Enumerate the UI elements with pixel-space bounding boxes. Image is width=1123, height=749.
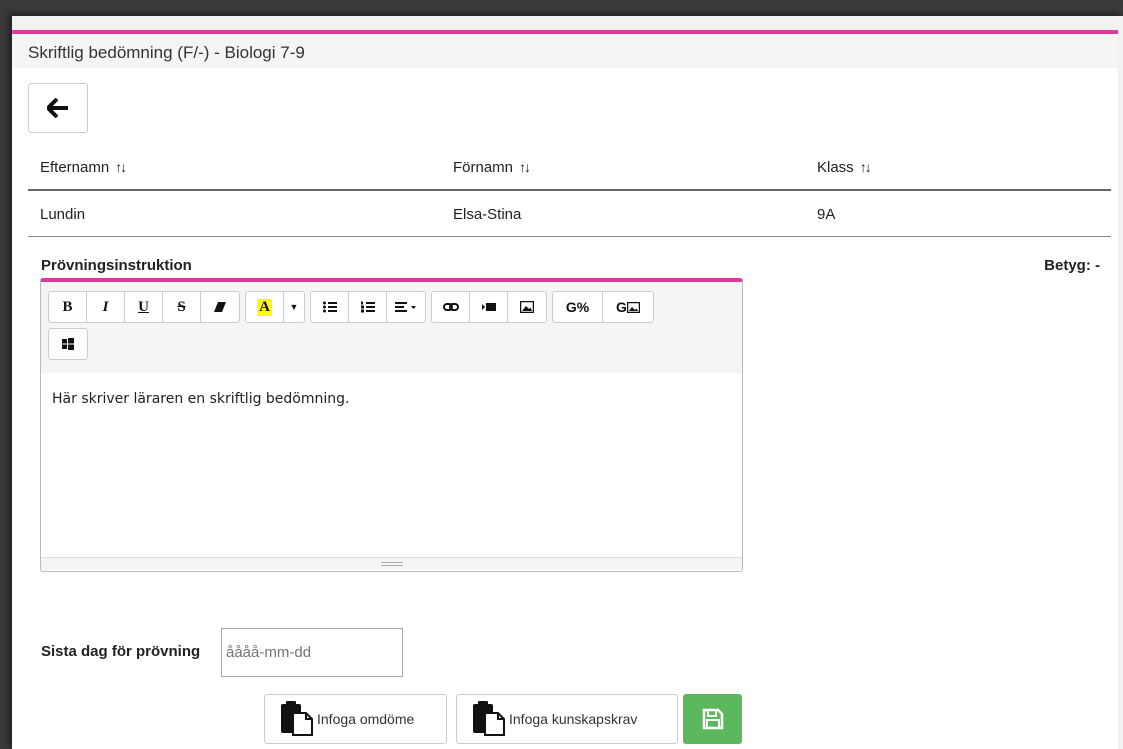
cell-firstname: Elsa-Stina (453, 206, 522, 223)
highlight-button[interactable]: A (246, 292, 284, 322)
editor-toolbar: B I U S A ▼ G% G (41, 282, 742, 373)
grip-icon (381, 562, 403, 566)
cell-class: 9A (817, 206, 836, 223)
panel-title: Skriftlig bedömning (F/-) - Biologi 7-9 (12, 34, 1118, 68)
format-group: B I U S (48, 291, 240, 323)
editor-resize-handle[interactable] (41, 557, 742, 570)
strikethrough-button[interactable]: S (163, 292, 201, 322)
highlight-color-icon: A (257, 298, 272, 316)
link-icon (442, 303, 459, 311)
deadline-date-input[interactable] (221, 628, 403, 677)
sort-icon: ↑↓ (519, 159, 531, 175)
table-header: Efternamn ↑↓ Förnamn ↑↓ Klass ↑↓ (28, 144, 1111, 191)
arrow-left-icon (47, 98, 68, 118)
insert-requirements-label: Infoga kunskapskrav (509, 711, 638, 727)
windows-icon (62, 338, 74, 350)
student-table: Efternamn ↑↓ Förnamn ↑↓ Klass ↑↓ Lundin Els… (28, 144, 1111, 237)
google-image-button[interactable]: G (603, 292, 653, 322)
image-button[interactable] (508, 292, 546, 322)
list-group (310, 291, 426, 323)
floppy-disk-icon (702, 708, 723, 730)
google-image-icon: G (616, 299, 640, 315)
bullet-list-button[interactable] (311, 292, 349, 322)
cell-surname: Lundin (40, 206, 86, 223)
back-button[interactable] (28, 83, 88, 133)
align-button[interactable] (387, 292, 425, 322)
google-link-button[interactable]: G% (553, 292, 603, 322)
editor-content[interactable]: Här skriver läraren en skriftlig bedömni… (41, 373, 742, 557)
align-icon (395, 302, 416, 312)
italic-button[interactable]: I (87, 292, 125, 322)
insert-requirements-button[interactable]: Infoga kunskapskrav (456, 694, 678, 744)
instruction-label: Prövningsinstruktion (41, 257, 192, 274)
header-firstname[interactable]: Förnamn ↑↓ (453, 159, 531, 176)
extra-group (48, 328, 88, 360)
grade-label: Betyg: - (1044, 257, 1100, 274)
numbered-list-button[interactable] (349, 292, 387, 322)
color-group: A ▼ (245, 291, 305, 323)
assessment-panel: Skriftlig bedömning (F/-) - Biologi 7-9 … (12, 30, 1118, 749)
numbered-list-icon (360, 301, 375, 313)
header-surname[interactable]: Efternamn ↑↓ (40, 159, 127, 176)
table-row: Lundin Elsa-Stina 9A (28, 191, 1111, 237)
deadline-label: Sista dag för prövning (41, 643, 201, 660)
bold-button[interactable]: B (49, 292, 87, 322)
underline-button[interactable]: U (125, 292, 163, 322)
eraser-button[interactable] (201, 292, 239, 322)
header-class[interactable]: Klass ↑↓ (817, 159, 872, 176)
insert-group (431, 291, 547, 323)
bullet-list-icon (322, 301, 337, 313)
insert-assessment-button[interactable]: Infoga omdöme (264, 694, 447, 744)
image-icon (520, 301, 534, 313)
google-group: G% G (552, 291, 654, 323)
sort-icon: ↑↓ (115, 159, 127, 175)
rich-text-editor: B I U S A ▼ G% G Här skriver läraren en … (40, 278, 743, 572)
eraser-icon (214, 302, 226, 312)
sort-icon: ↑↓ (859, 159, 872, 175)
dropdown-caret-icon: ▼ (289, 302, 299, 312)
video-button[interactable] (470, 292, 508, 322)
link-button[interactable] (432, 292, 470, 322)
color-dropdown-button[interactable]: ▼ (284, 292, 304, 322)
clipboard-icon (473, 701, 505, 736)
insert-assessment-label: Infoga omdöme (317, 711, 415, 727)
clipboard-icon (281, 701, 313, 736)
video-icon (481, 303, 496, 311)
google-link-icon: G% (565, 299, 590, 315)
save-button[interactable] (683, 694, 742, 744)
windows-button[interactable] (49, 329, 87, 359)
